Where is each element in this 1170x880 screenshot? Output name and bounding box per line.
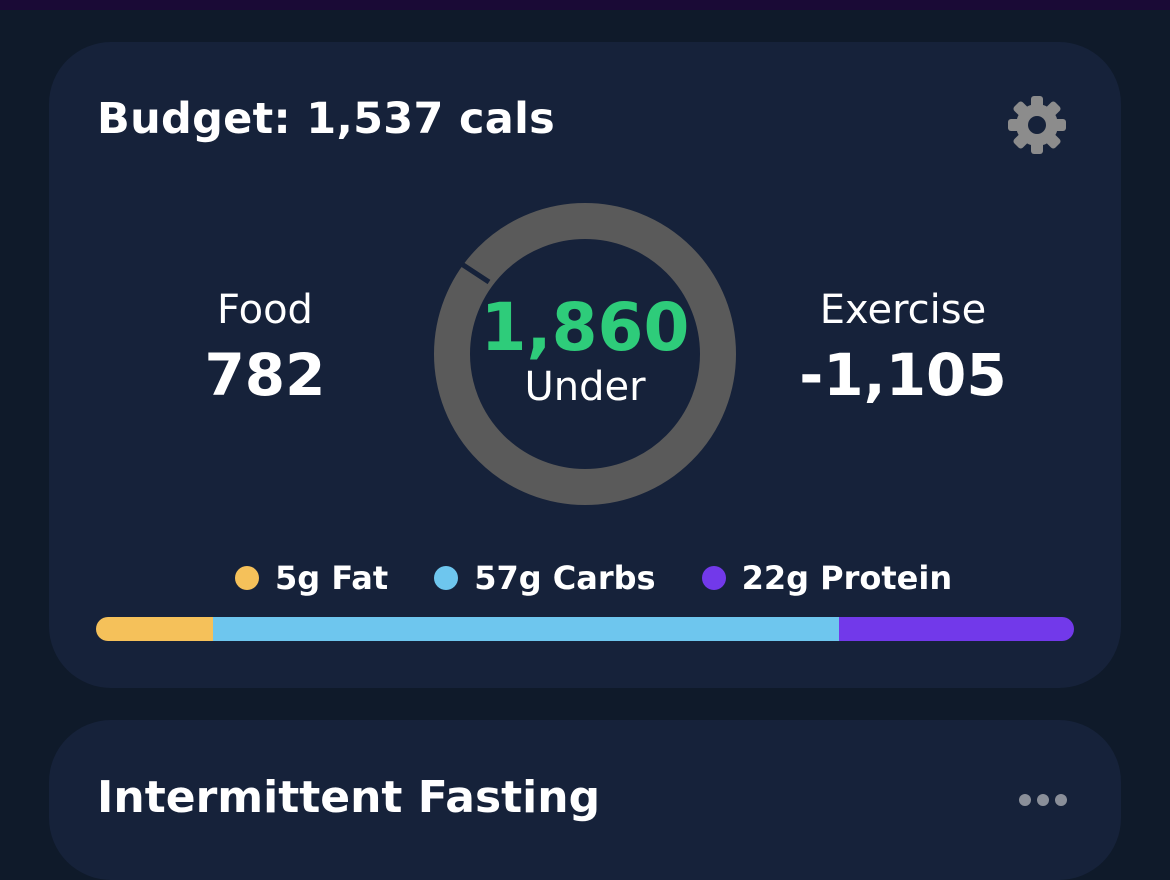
gear-icon[interactable] <box>1005 93 1069 157</box>
protein-label: 22g Protein <box>741 559 953 597</box>
macro-legend: 5g Fat 57g Carbs 22g Protein <box>235 558 952 598</box>
food-value: 782 <box>204 341 326 409</box>
fat-label: 5g Fat <box>275 559 389 597</box>
top-strip <box>0 0 1170 10</box>
carbs-dot <box>434 566 459 590</box>
remaining-calories-value: 1,860 <box>480 289 690 366</box>
remaining-calories-label: Under <box>524 364 646 410</box>
macro-bar-segment-protein <box>839 617 1074 641</box>
food-stat: Food 782 <box>115 287 415 409</box>
legend-item-carbs: 57g Carbs <box>434 559 656 597</box>
exercise-stat: Exercise -1,105 <box>753 287 1053 409</box>
legend-item-fat: 5g Fat <box>235 559 388 597</box>
exercise-value: -1,105 <box>799 341 1007 409</box>
fat-dot <box>235 566 259 590</box>
carbs-label: 57g Carbs <box>474 559 656 597</box>
ring-center: 1,860 Under <box>434 289 736 411</box>
macro-bar-segment-carbs <box>213 617 840 641</box>
protein-dot <box>701 566 726 590</box>
exercise-label: Exercise <box>819 287 987 333</box>
food-label: Food <box>217 287 313 333</box>
legend-item-protein: 22g Protein <box>701 559 953 597</box>
fasting-card[interactable]: Intermittent Fasting <box>49 720 1121 880</box>
more-horizontal-icon[interactable] <box>1019 790 1069 810</box>
macro-bar-segment-fat <box>96 617 214 641</box>
budget-card: Budget: 1,537 cals Food 782 1,860 Under … <box>49 42 1121 688</box>
fasting-title: Intermittent Fasting <box>97 772 601 823</box>
budget-title: Budget: 1,537 cals <box>97 94 556 144</box>
macro-bar <box>96 617 1074 641</box>
